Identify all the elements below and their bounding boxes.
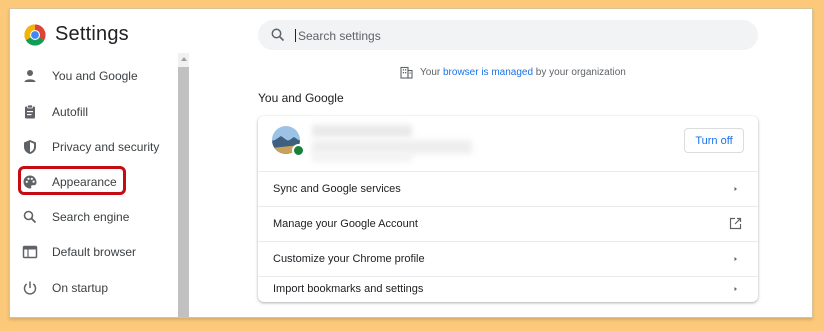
power-icon [23, 281, 37, 295]
sidebar-item-label: You and Google [52, 69, 138, 83]
row-label: Import bookmarks and settings [273, 283, 424, 295]
turn-off-button[interactable]: Turn off [684, 128, 744, 153]
profile-row: Turn off [258, 116, 758, 163]
highlight-box [18, 166, 126, 195]
row-sync-and-google-services[interactable]: Sync and Google services [258, 171, 758, 206]
app-title: Settings [55, 23, 129, 45]
sidebar-item-label: Default browser [52, 245, 137, 259]
sidebar-item-privacy-and-security[interactable]: Privacy and security [10, 130, 178, 164]
chevron-right-icon [734, 257, 737, 261]
row-label: Customize your Chrome profile [273, 253, 425, 265]
search-icon [271, 28, 285, 42]
search-box[interactable] [258, 20, 758, 50]
search-icon [23, 210, 37, 224]
person-icon [24, 70, 36, 82]
building-icon [400, 66, 413, 79]
sidebar-item-search-engine[interactable]: Search engine [10, 200, 178, 234]
managed-notice-prefix: Your [420, 67, 443, 78]
scroll-up-arrow-icon[interactable] [181, 57, 187, 61]
sidebar-item-autofill[interactable]: Autofill [10, 95, 178, 129]
browser-window-icon [22, 245, 38, 259]
search-input[interactable] [296, 25, 740, 47]
shield-icon [24, 140, 36, 154]
sidebar-item-label: Autofill [52, 105, 89, 119]
sidebar-item-label: On startup [52, 281, 109, 295]
open-in-new-icon [729, 217, 742, 230]
row-customize-chrome-profile[interactable]: Customize your Chrome profile [258, 241, 758, 276]
account-name-redacted [312, 125, 412, 137]
row-label: Manage your Google Account [273, 218, 418, 230]
scrollbar-thumb[interactable] [178, 67, 189, 317]
chrome-logo-icon [24, 24, 46, 46]
account-email-redacted [312, 152, 412, 162]
row-manage-google-account[interactable]: Manage your Google Account [258, 206, 758, 241]
section-title: You and Google [258, 91, 344, 105]
sidebar-item-on-startup[interactable]: On startup [10, 271, 178, 305]
sidebar-item-default-browser[interactable]: Default browser [10, 235, 178, 269]
managed-notice-suffix: by your organization [533, 67, 626, 78]
chevron-right-icon [734, 287, 737, 291]
clipboard-icon [25, 104, 35, 119]
sidebar-item-label: Search engine [52, 210, 130, 224]
sync-badge-icon [292, 144, 305, 157]
row-import-bookmarks[interactable]: Import bookmarks and settings [258, 276, 758, 302]
you-and-google-card: Turn off Sync and Google services Manage… [258, 116, 758, 302]
sidebar-item-label: Privacy and security [52, 140, 160, 154]
chevron-right-icon [734, 187, 737, 191]
row-label: Sync and Google services [273, 183, 401, 195]
settings-window: Settings You and Google Autofill Privacy… [9, 8, 813, 318]
sidebar-item-you-and-google[interactable]: You and Google [10, 59, 178, 93]
managed-link[interactable]: browser is managed [443, 67, 533, 78]
